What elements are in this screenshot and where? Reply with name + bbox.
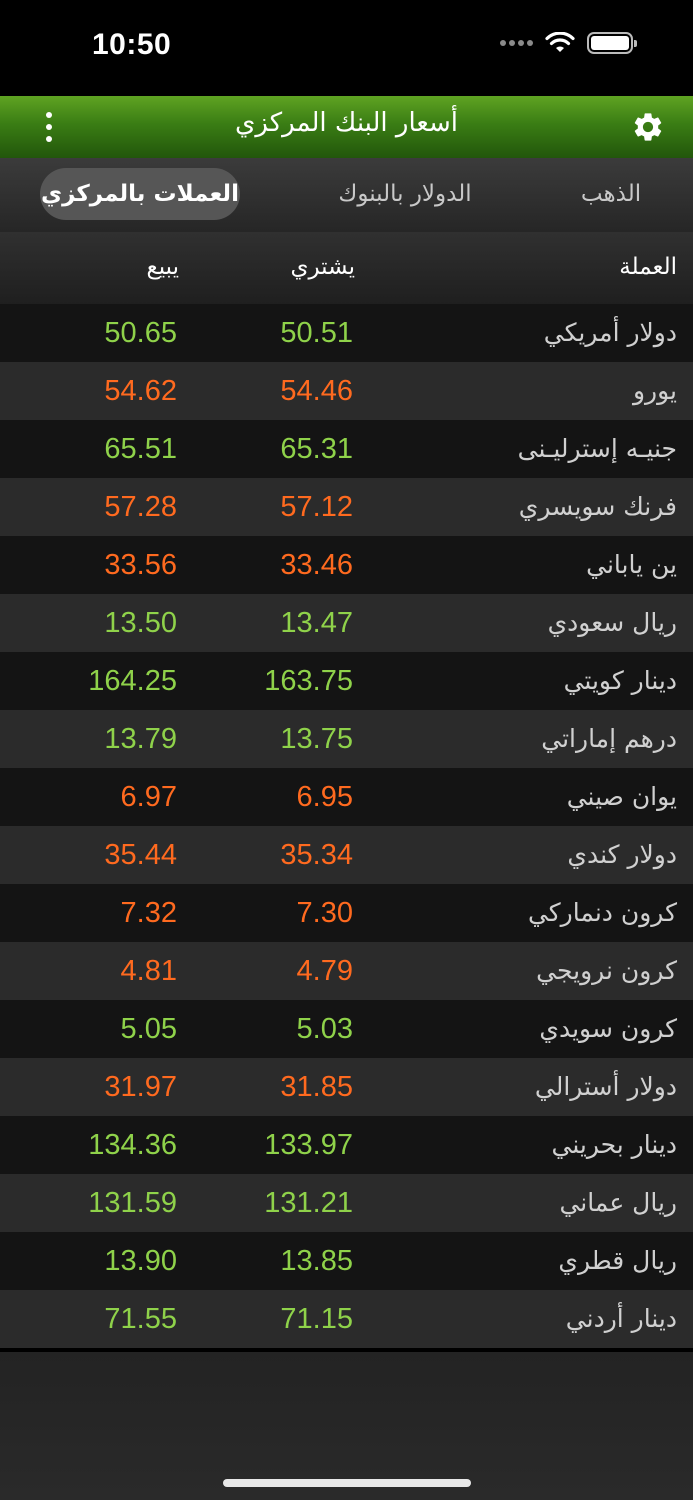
buy-rate: 7.30: [296, 897, 353, 929]
table-row[interactable]: يورو 54.46 54.62: [0, 362, 693, 420]
currency-name: درهم إماراتي: [541, 724, 677, 753]
rates-list: دولار أمريكي 50.51 50.65 يورو 54.46 54.62 جنيـ…: [0, 304, 693, 1348]
nav-bar: أسعار البنك المركزي: [0, 96, 693, 158]
sell-rate: 31.97: [104, 1071, 177, 1103]
currency-name: فرنك سويسري: [518, 492, 677, 521]
sell-rate: 33.56: [104, 549, 177, 581]
buy-rate: 13.47: [280, 607, 353, 639]
table-row[interactable]: دولار أسترالي 31.85 31.97: [0, 1058, 693, 1116]
buy-rate: 65.31: [280, 433, 353, 465]
currency-name: دولار أمريكي: [543, 318, 677, 347]
empty-list-area: [0, 1352, 693, 1500]
sell-rate: 13.79: [104, 723, 177, 755]
buy-rate: 35.34: [280, 839, 353, 871]
table-row[interactable]: دولار كندي 35.34 35.44: [0, 826, 693, 884]
buy-rate: 13.75: [280, 723, 353, 755]
sell-rate: 65.51: [104, 433, 177, 465]
cellular-signal-icon: [500, 40, 533, 46]
currency-name: جنيـه إسترليـنى: [517, 434, 677, 463]
wifi-icon: [545, 32, 575, 52]
table-row[interactable]: ريال عماني 131.21 131.59: [0, 1174, 693, 1232]
segmented-tabs: الذهب الدولار بالبنوك العملات بالمركزي: [0, 158, 693, 232]
buy-rate: 33.46: [280, 549, 353, 581]
buy-rate: 50.51: [280, 317, 353, 349]
sell-rate: 6.97: [120, 781, 177, 813]
buy-rate: 5.03: [296, 1013, 353, 1045]
currency-name: يورو: [632, 376, 677, 405]
header-currency: العملة: [619, 254, 677, 280]
currency-name: كرون نرويجي: [536, 956, 677, 985]
page-title: أسعار البنك المركزي: [235, 108, 458, 138]
gear-icon[interactable]: [631, 110, 665, 144]
table-row[interactable]: ين ياباني 33.46 33.56: [0, 536, 693, 594]
sell-rate: 131.59: [88, 1187, 177, 1219]
currency-name: دولار أسترالي: [534, 1072, 677, 1101]
buy-rate: 31.85: [280, 1071, 353, 1103]
sell-rate: 54.62: [104, 375, 177, 407]
table-row[interactable]: دينار بحريني 133.97 134.36: [0, 1116, 693, 1174]
sell-rate: 13.50: [104, 607, 177, 639]
table-row[interactable]: ريال قطري 13.85 13.90: [0, 1232, 693, 1290]
buy-rate: 133.97: [264, 1129, 353, 1161]
sell-rate: 57.28: [104, 491, 177, 523]
currency-name: كرون سويدي: [539, 1014, 677, 1043]
currency-name: يوان صيني: [566, 782, 677, 811]
currency-name: ريال عماني: [559, 1188, 677, 1217]
sell-rate: 50.65: [104, 317, 177, 349]
buy-rate: 71.15: [280, 1303, 353, 1335]
status-time: 10:50: [92, 28, 172, 61]
table-row[interactable]: كرون نرويجي 4.79 4.81: [0, 942, 693, 1000]
buy-rate: 6.95: [296, 781, 353, 813]
currency-name: دينار كويتي: [563, 666, 677, 695]
sell-rate: 13.90: [104, 1245, 177, 1277]
sell-rate: 134.36: [88, 1129, 177, 1161]
sell-rate: 71.55: [104, 1303, 177, 1335]
currency-name: ريال قطري: [558, 1246, 677, 1275]
currency-name: ين ياباني: [586, 550, 677, 579]
table-row[interactable]: كرون دنماركي 7.30 7.32: [0, 884, 693, 942]
tab-gold[interactable]: الذهب: [556, 168, 666, 220]
table-row[interactable]: دينار كويتي 163.75 164.25: [0, 652, 693, 710]
table-row[interactable]: جنيـه إسترليـنى 65.31 65.51: [0, 420, 693, 478]
currency-name: دولار كندي: [567, 840, 677, 869]
buy-rate: 54.46: [280, 375, 353, 407]
table-row[interactable]: درهم إماراتي 13.75 13.79: [0, 710, 693, 768]
sell-rate: 7.32: [120, 897, 177, 929]
table-row[interactable]: دينار أردني 71.15 71.55: [0, 1290, 693, 1348]
sell-rate: 4.81: [120, 955, 177, 987]
header-sell: يبيع: [146, 254, 179, 280]
battery-icon: [587, 32, 637, 54]
table-row[interactable]: ريال سعودي 13.47 13.50: [0, 594, 693, 652]
buy-rate: 4.79: [296, 955, 353, 987]
status-icons: [500, 32, 637, 54]
buy-rate: 13.85: [280, 1245, 353, 1277]
currency-name: دينار أردني: [565, 1304, 677, 1333]
sell-rate: 5.05: [120, 1013, 177, 1045]
sell-rate: 35.44: [104, 839, 177, 871]
status-bar: 10:50: [0, 0, 693, 96]
currency-name: ريال سعودي: [547, 608, 677, 637]
table-row[interactable]: دولار أمريكي 50.51 50.65: [0, 304, 693, 362]
buy-rate: 57.12: [280, 491, 353, 523]
tab-central-currencies[interactable]: العملات بالمركزي: [40, 168, 240, 220]
sell-rate: 164.25: [88, 665, 177, 697]
currency-name: كرون دنماركي: [527, 898, 677, 927]
table-header: العملة يشتري يبيع: [0, 232, 693, 304]
header-buy: يشتري: [290, 254, 355, 280]
currency-name: دينار بحريني: [551, 1130, 677, 1159]
buy-rate: 131.21: [264, 1187, 353, 1219]
tab-dollar-banks[interactable]: الدولار بالبنوك: [310, 168, 500, 220]
table-row[interactable]: يوان صيني 6.95 6.97: [0, 768, 693, 826]
home-indicator[interactable]: [223, 1479, 471, 1487]
buy-rate: 163.75: [264, 665, 353, 697]
table-row[interactable]: فرنك سويسري 57.12 57.28: [0, 478, 693, 536]
table-row[interactable]: كرون سويدي 5.03 5.05: [0, 1000, 693, 1058]
